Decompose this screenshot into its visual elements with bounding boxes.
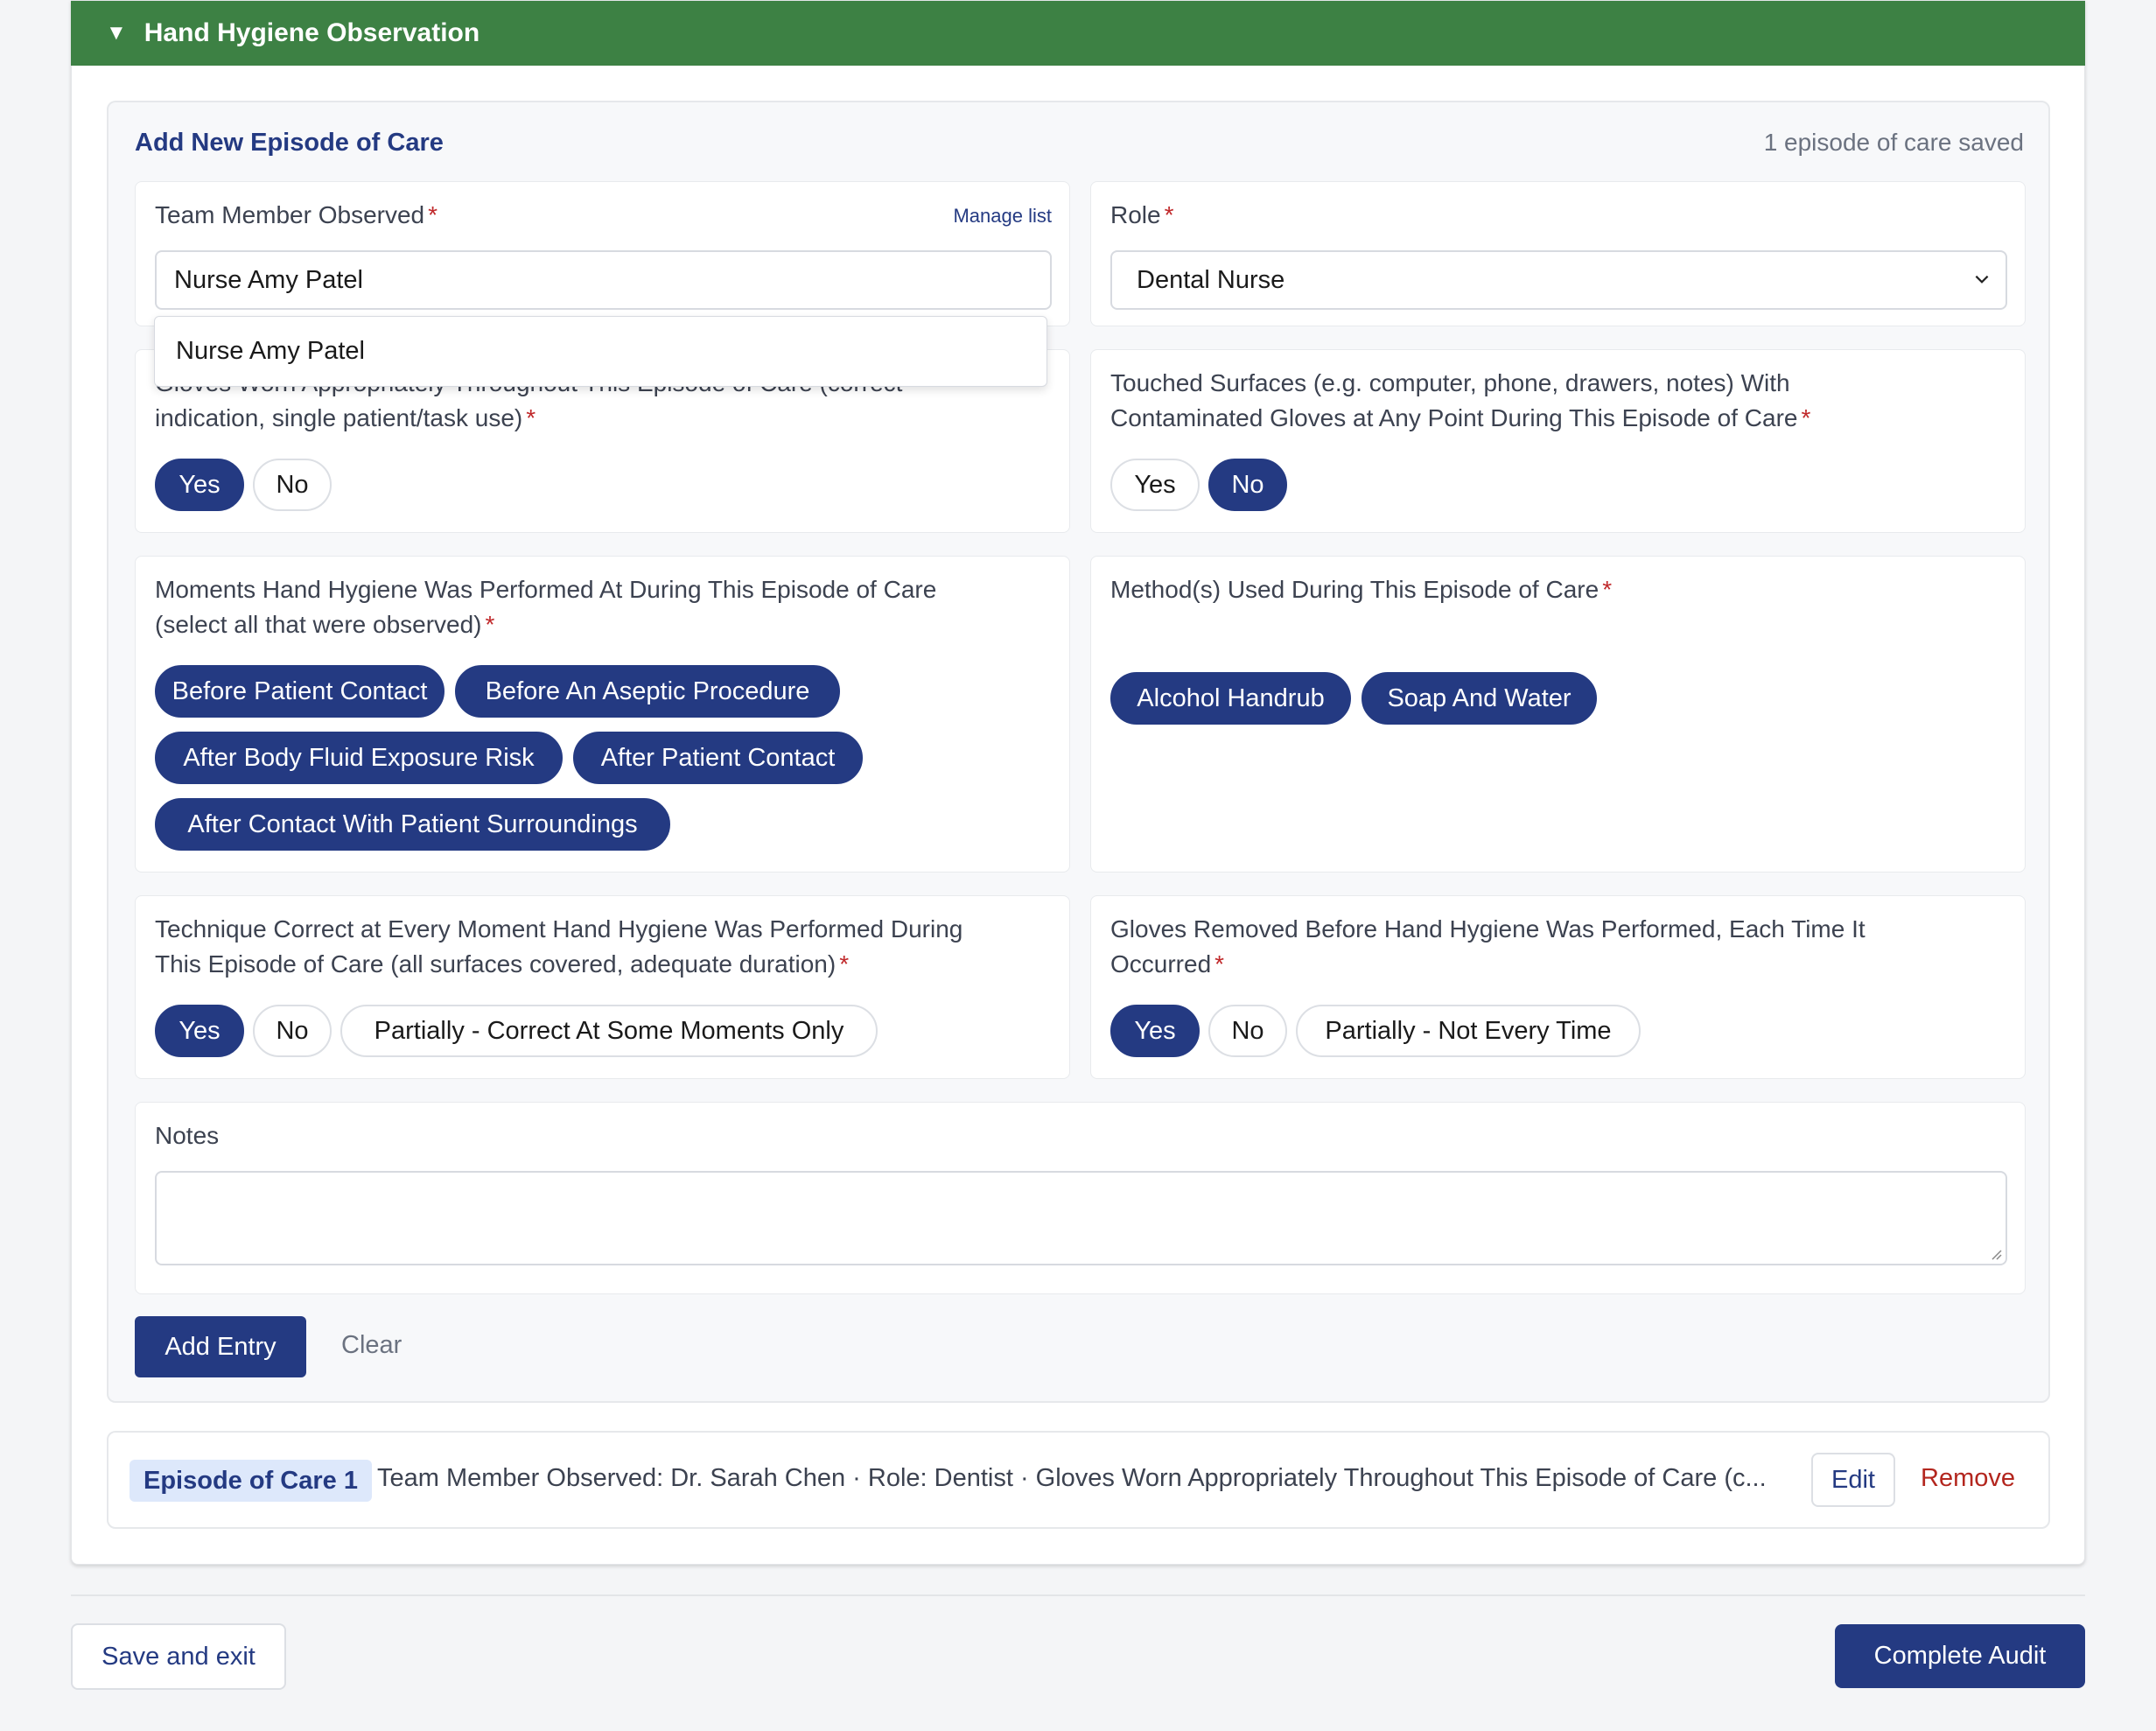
role-select[interactable]: Dental Nurse [1110, 250, 2007, 310]
team-member-input[interactable]: Nurse Amy Patel [155, 250, 1052, 310]
moment-before-patient-contact[interactable]: Before Patient Contact [155, 665, 444, 718]
gloves-removed-yes[interactable]: Yes [1110, 1005, 1200, 1057]
moments-label-line1: Moments Hand Hygiene Was Performed At Du… [155, 576, 937, 603]
add-entry-button[interactable]: Add Entry [135, 1316, 306, 1377]
clear-button[interactable]: Clear [341, 1331, 402, 1360]
saved-count: 1 episode of care saved [1763, 129, 2024, 156]
form-title: Add New Episode of Care [135, 129, 444, 157]
touched-surfaces-no[interactable]: No [1208, 459, 1287, 511]
methods-label: Method(s) Used During This Episode of Ca… [1110, 576, 1613, 603]
gloves-worn-yes[interactable]: Yes [155, 459, 244, 511]
method-alcohol-handrub[interactable]: Alcohol Handrub [1110, 672, 1351, 725]
chevron-down-icon [1975, 275, 1989, 284]
gloves-removed-card: Gloves Removed Before Hand Hygiene Was P… [1090, 895, 2026, 1079]
section-title: Hand Hygiene Observation [144, 18, 480, 47]
saved-entry-row: Episode of Care 1 Team Member Observed: … [107, 1431, 2050, 1529]
gloves-worn-label-line2: indication, single patient/task use) * [155, 404, 536, 431]
episode-badge: Episode of Care 1 [130, 1460, 372, 1502]
moments-label-line2: (select all that were observed) * [155, 611, 495, 638]
notes-textarea[interactable] [155, 1171, 2007, 1265]
moment-after-patient-contact[interactable]: After Patient Contact [573, 732, 863, 784]
role-label: Role * [1110, 201, 1174, 228]
team-member-label: Team Member Observed * [155, 201, 438, 228]
moments-card: Moments Hand Hygiene Was Performed At Du… [135, 556, 1070, 873]
add-episode-form: Add New Episode of Care 1 episode of car… [107, 101, 2050, 1403]
team-member-suggestion[interactable]: Nurse Amy Patel [154, 316, 1047, 387]
touched-surfaces-card: Touched Surfaces (e.g. computer, phone, … [1090, 349, 2026, 533]
remove-button[interactable]: Remove [1921, 1464, 2015, 1493]
method-soap-and-water[interactable]: Soap And Water [1362, 672, 1597, 725]
team-member-card: Team Member Observed * Manage list Nurse … [135, 181, 1070, 326]
role-select-value: Dental Nurse [1137, 265, 1285, 294]
gloves-removed-partially[interactable]: Partially - Not Every Time [1296, 1005, 1641, 1057]
moment-before-aseptic-procedure[interactable]: Before An Aseptic Procedure [455, 665, 840, 718]
technique-partially[interactable]: Partially - Correct At Some Moments Only [340, 1005, 878, 1057]
gloves-worn-no[interactable]: No [253, 459, 332, 511]
gloves-removed-label-line1: Gloves Removed Before Hand Hygiene Was P… [1110, 915, 1866, 943]
gloves-removed-no[interactable]: No [1208, 1005, 1287, 1057]
touched-surfaces-label-line1: Touched Surfaces (e.g. computer, phone, … [1110, 369, 1790, 396]
touched-surfaces-label-line2: Contaminated Gloves at Any Point During … [1110, 404, 1811, 431]
save-and-exit-button[interactable]: Save and exit [71, 1623, 286, 1690]
manage-list-link[interactable]: Manage list [953, 205, 1052, 228]
complete-audit-button[interactable]: Complete Audit [1835, 1624, 2085, 1688]
resize-handle-icon[interactable] [1988, 1246, 2002, 1260]
edit-button[interactable]: Edit [1811, 1453, 1895, 1507]
technique-yes[interactable]: Yes [155, 1005, 244, 1057]
technique-label-line2: This Episode of Care (all surfaces cover… [155, 950, 850, 978]
gloves-removed-label-line2: Occurred * [1110, 950, 1225, 978]
notes-card: Notes [135, 1102, 2026, 1294]
moment-after-surroundings[interactable]: After Contact With Patient Surroundings [155, 798, 670, 851]
technique-no[interactable]: No [253, 1005, 332, 1057]
moment-after-body-fluid[interactable]: After Body Fluid Exposure Risk [155, 732, 563, 784]
methods-card: Method(s) Used During This Episode of Ca… [1090, 556, 2026, 873]
technique-label-line1: Technique Correct at Every Moment Hand H… [155, 915, 963, 943]
notes-label: Notes [155, 1122, 220, 1149]
role-card: Role * Dental Nurse [1090, 181, 2026, 326]
footer-divider [71, 1594, 2085, 1596]
episode-summary: Team Member Observed: Dr. Sarah Chen · R… [377, 1464, 1767, 1492]
collapse-triangle-icon[interactable]: ▼ [106, 21, 127, 46]
section-header[interactable]: ▼ Hand Hygiene Observation [71, 1, 2085, 66]
technique-card: Technique Correct at Every Moment Hand H… [135, 895, 1070, 1079]
touched-surfaces-yes[interactable]: Yes [1110, 459, 1200, 511]
